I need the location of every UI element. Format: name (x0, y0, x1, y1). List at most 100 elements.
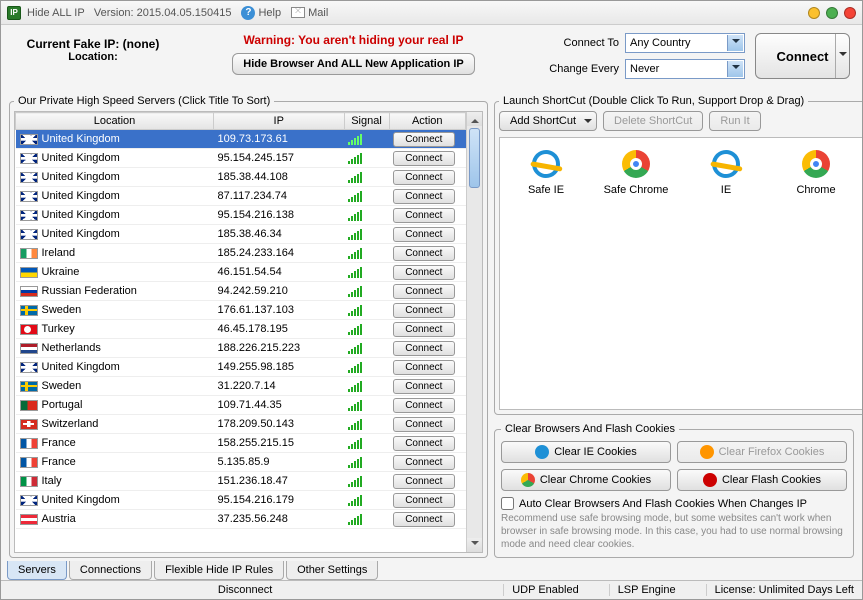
col-location[interactable]: Location (16, 113, 214, 130)
table-row[interactable]: France5.135.85.9Connect (16, 453, 466, 472)
table-row[interactable]: United Kingdom109.73.173.61Connect (16, 130, 466, 149)
flag-icon (20, 343, 38, 354)
connect-split-arrow[interactable] (835, 34, 849, 78)
table-row[interactable]: Russian Federation94.242.59.210Connect (16, 282, 466, 301)
signal-icon (348, 285, 385, 297)
close-button[interactable] (844, 7, 856, 19)
shortcut-item[interactable]: IE (690, 148, 762, 196)
row-connect-button[interactable]: Connect (393, 151, 455, 166)
signal-icon (348, 342, 385, 354)
row-connect-button[interactable]: Connect (393, 246, 455, 261)
row-connect-button[interactable]: Connect (393, 379, 455, 394)
header-section: Current Fake IP: (none) Location: Warnin… (1, 25, 862, 85)
table-row[interactable]: Sweden31.220.7.14Connect (16, 377, 466, 396)
col-ip[interactable]: IP (214, 113, 345, 130)
table-row[interactable]: United Kingdom95.154.216.179Connect (16, 491, 466, 510)
chrome-icon (622, 150, 650, 178)
row-connect-button[interactable]: Connect (393, 474, 455, 489)
table-row[interactable]: United Kingdom185.38.46.34Connect (16, 225, 466, 244)
col-action[interactable]: Action (389, 113, 466, 130)
row-connect-button[interactable]: Connect (393, 436, 455, 451)
signal-icon (348, 171, 385, 183)
servers-table: Location IP Signal Action United Kingdom… (15, 112, 466, 529)
clear-firefox-button: Clear Firefox Cookies (677, 441, 847, 463)
scroll-thumb[interactable] (469, 128, 480, 188)
right-controls: Connect To Any Country Change Every Neve… (534, 33, 745, 79)
connect-to-dropdown[interactable]: Any Country (625, 33, 745, 53)
row-connect-button[interactable]: Connect (393, 455, 455, 470)
clear-cookies-panel: Clear Browsers And Flash Cookies Clear I… (494, 423, 854, 558)
table-row[interactable]: Ireland185.24.233.164Connect (16, 244, 466, 263)
auto-clear-checkbox[interactable] (501, 497, 514, 510)
scroll-down-icon[interactable] (467, 538, 482, 552)
row-connect-button[interactable]: Connect (393, 284, 455, 299)
table-row[interactable]: Italy151.236.18.47Connect (16, 472, 466, 491)
flag-icon (20, 438, 38, 449)
tab-other[interactable]: Other Settings (286, 561, 378, 580)
flag-icon (20, 286, 38, 297)
table-row[interactable]: United Kingdom185.38.44.108Connect (16, 168, 466, 187)
tab-connections[interactable]: Connections (69, 561, 152, 580)
table-row[interactable]: Netherlands188.226.215.223Connect (16, 339, 466, 358)
hide-browser-button[interactable]: Hide Browser And ALL New Application IP (232, 53, 474, 75)
row-connect-button[interactable]: Connect (393, 303, 455, 318)
table-row[interactable]: Turkey46.45.178.195Connect (16, 320, 466, 339)
row-connect-button[interactable]: Connect (393, 227, 455, 242)
table-row[interactable]: Austria37.235.56.248Connect (16, 510, 466, 529)
col-signal[interactable]: Signal (344, 113, 389, 130)
signal-icon (348, 152, 385, 164)
auto-clear-label: Auto Clear Browsers And Flash Cookies Wh… (519, 498, 807, 510)
mail-link[interactable]: Mail (291, 7, 328, 19)
row-connect-button[interactable]: Connect (393, 398, 455, 413)
ie-icon (710, 148, 742, 180)
row-connect-button[interactable]: Connect (393, 170, 455, 185)
row-connect-button[interactable]: Connect (393, 265, 455, 280)
flag-icon (20, 381, 38, 392)
table-row[interactable]: Switzerland178.209.50.143Connect (16, 415, 466, 434)
row-connect-button[interactable]: Connect (393, 208, 455, 223)
clear-flash-button[interactable]: Clear Flash Cookies (677, 469, 847, 491)
shortcut-label: IE (721, 184, 731, 196)
servers-panel: Our Private High Speed Servers (Click Ti… (9, 95, 488, 558)
bottom-tabs: Servers Connections Flexible Hide IP Rul… (1, 561, 862, 580)
servers-scrollbar[interactable] (466, 112, 482, 552)
tab-flexible[interactable]: Flexible Hide IP Rules (154, 561, 284, 580)
clear-info-text: Recommend use safe browsing mode, but so… (501, 512, 847, 551)
help-link[interactable]: ?Help (241, 6, 281, 20)
connect-to-label: Connect To (534, 37, 619, 49)
table-row[interactable]: France158.255.215.15Connect (16, 434, 466, 453)
table-row[interactable]: Portugal109.71.44.35Connect (16, 396, 466, 415)
table-row[interactable]: Ukraine46.151.54.54Connect (16, 263, 466, 282)
add-shortcut-button[interactable]: Add ShortCut (499, 111, 597, 131)
scroll-up-icon[interactable] (467, 112, 482, 126)
chevron-down-icon (727, 61, 743, 77)
clear-panel-title: Clear Browsers And Flash Cookies (501, 423, 679, 435)
change-every-dropdown[interactable]: Never (625, 59, 745, 79)
row-connect-button[interactable]: Connect (393, 360, 455, 375)
clear-ie-button[interactable]: Clear IE Cookies (501, 441, 671, 463)
row-connect-button[interactable]: Connect (393, 341, 455, 356)
row-connect-button[interactable]: Connect (393, 322, 455, 337)
tab-servers[interactable]: Servers (7, 561, 67, 580)
row-connect-button[interactable]: Connect (393, 512, 455, 527)
minimize-button[interactable] (808, 7, 820, 19)
table-row[interactable]: United Kingdom149.255.98.185Connect (16, 358, 466, 377)
row-connect-button[interactable]: Connect (393, 417, 455, 432)
table-row[interactable]: United Kingdom95.154.245.157Connect (16, 149, 466, 168)
table-row[interactable]: Sweden176.61.137.103Connect (16, 301, 466, 320)
row-connect-button[interactable]: Connect (393, 132, 455, 147)
shortcut-grid[interactable]: Safe IE Safe Chrome IE Chrome (499, 137, 862, 410)
row-connect-button[interactable]: Connect (393, 189, 455, 204)
table-row[interactable]: United Kingdom87.117.234.74Connect (16, 187, 466, 206)
flag-icon (20, 514, 38, 525)
shortcut-item[interactable]: Chrome (780, 148, 852, 196)
flag-icon (20, 419, 38, 430)
maximize-button[interactable] (826, 7, 838, 19)
connect-button[interactable]: Connect (755, 33, 850, 79)
row-connect-button[interactable]: Connect (393, 493, 455, 508)
signal-icon (348, 513, 385, 525)
clear-chrome-button[interactable]: Clear Chrome Cookies (501, 469, 671, 491)
shortcut-item[interactable]: Safe Chrome (600, 148, 672, 196)
shortcut-item[interactable]: Safe IE (510, 148, 582, 196)
table-row[interactable]: United Kingdom95.154.216.138Connect (16, 206, 466, 225)
